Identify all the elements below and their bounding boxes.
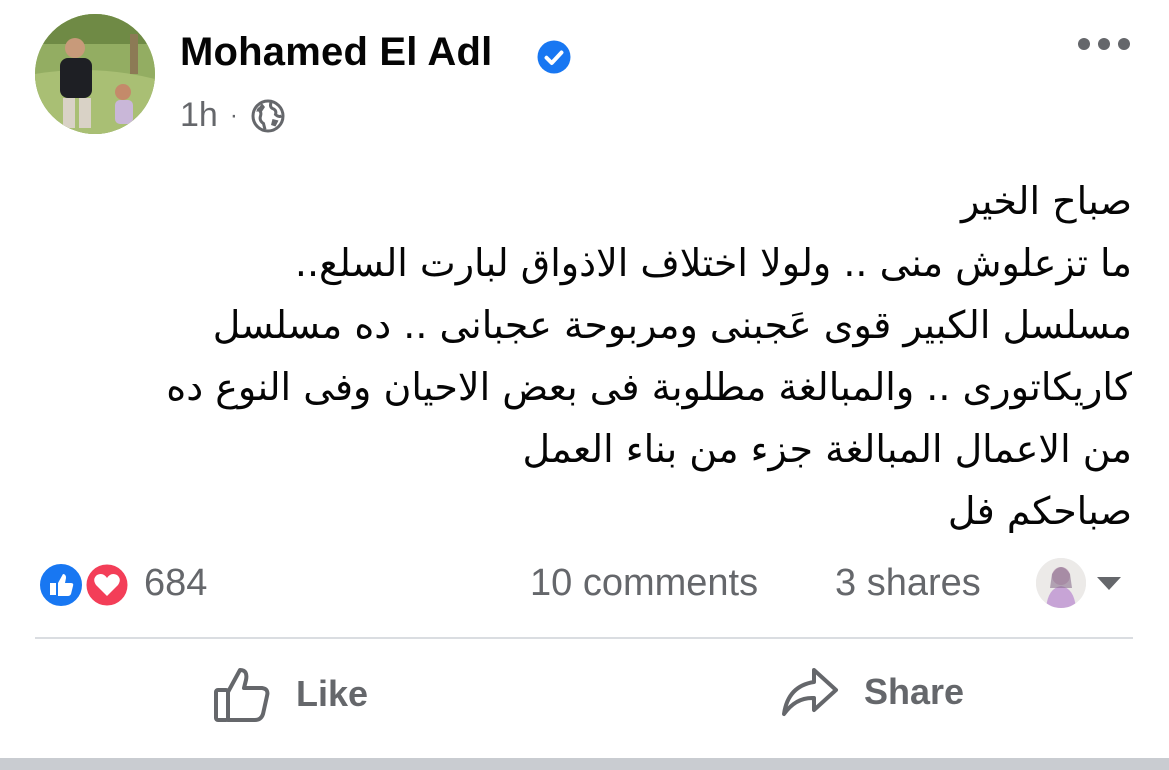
post-line: ما تزعلوش منى .. ولولا اختلاف الاذواق لب… bbox=[294, 241, 1132, 285]
globe-icon[interactable] bbox=[250, 98, 286, 134]
like-button[interactable]: Like bbox=[212, 664, 368, 724]
post-line: كاريكاتورى .. والمبالغة مطلوبة فى بعض ال… bbox=[166, 365, 1132, 409]
reactions-count[interactable]: 684 bbox=[144, 562, 207, 605]
more-options-icon[interactable] bbox=[1076, 34, 1132, 54]
post-line: مسلسل الكبير قوى عَجبنى ومربوحة عجبانى .… bbox=[212, 303, 1132, 347]
author-photo bbox=[35, 14, 155, 134]
viewer-avatar[interactable] bbox=[1036, 558, 1086, 608]
post-timestamp[interactable]: 1h bbox=[180, 96, 218, 135]
author-avatar[interactable] bbox=[35, 14, 155, 134]
post-line: من الاعمال المبالغة جزء من بناء العمل bbox=[522, 427, 1132, 471]
like-label: Like bbox=[296, 673, 369, 714]
verified-badge-icon bbox=[537, 40, 571, 74]
post-meta: 1h · bbox=[180, 96, 286, 135]
viewer-photo bbox=[1036, 558, 1086, 608]
post-line: صباح الخير bbox=[960, 179, 1132, 223]
post-line: صباحكم فل bbox=[947, 489, 1132, 533]
author-name[interactable]: Mohamed El Adl bbox=[180, 30, 492, 75]
shares-count[interactable]: 3 shares bbox=[835, 562, 981, 605]
caret-down-icon[interactable] bbox=[1094, 574, 1124, 592]
share-arrow-icon bbox=[782, 668, 838, 716]
share-label: Share bbox=[864, 671, 965, 712]
thumbs-up-icon bbox=[214, 668, 270, 722]
share-button[interactable]: Share bbox=[780, 664, 964, 720]
bottom-separator bbox=[0, 758, 1169, 770]
divider bbox=[35, 637, 1133, 639]
comments-count[interactable]: 10 comments bbox=[530, 562, 758, 605]
meta-separator: · bbox=[229, 101, 238, 129]
post-text: صباح الخير ما تزعلوش منى .. ولولا اختلاف… bbox=[42, 170, 1132, 542]
reaction-icons[interactable] bbox=[35, 561, 135, 609]
